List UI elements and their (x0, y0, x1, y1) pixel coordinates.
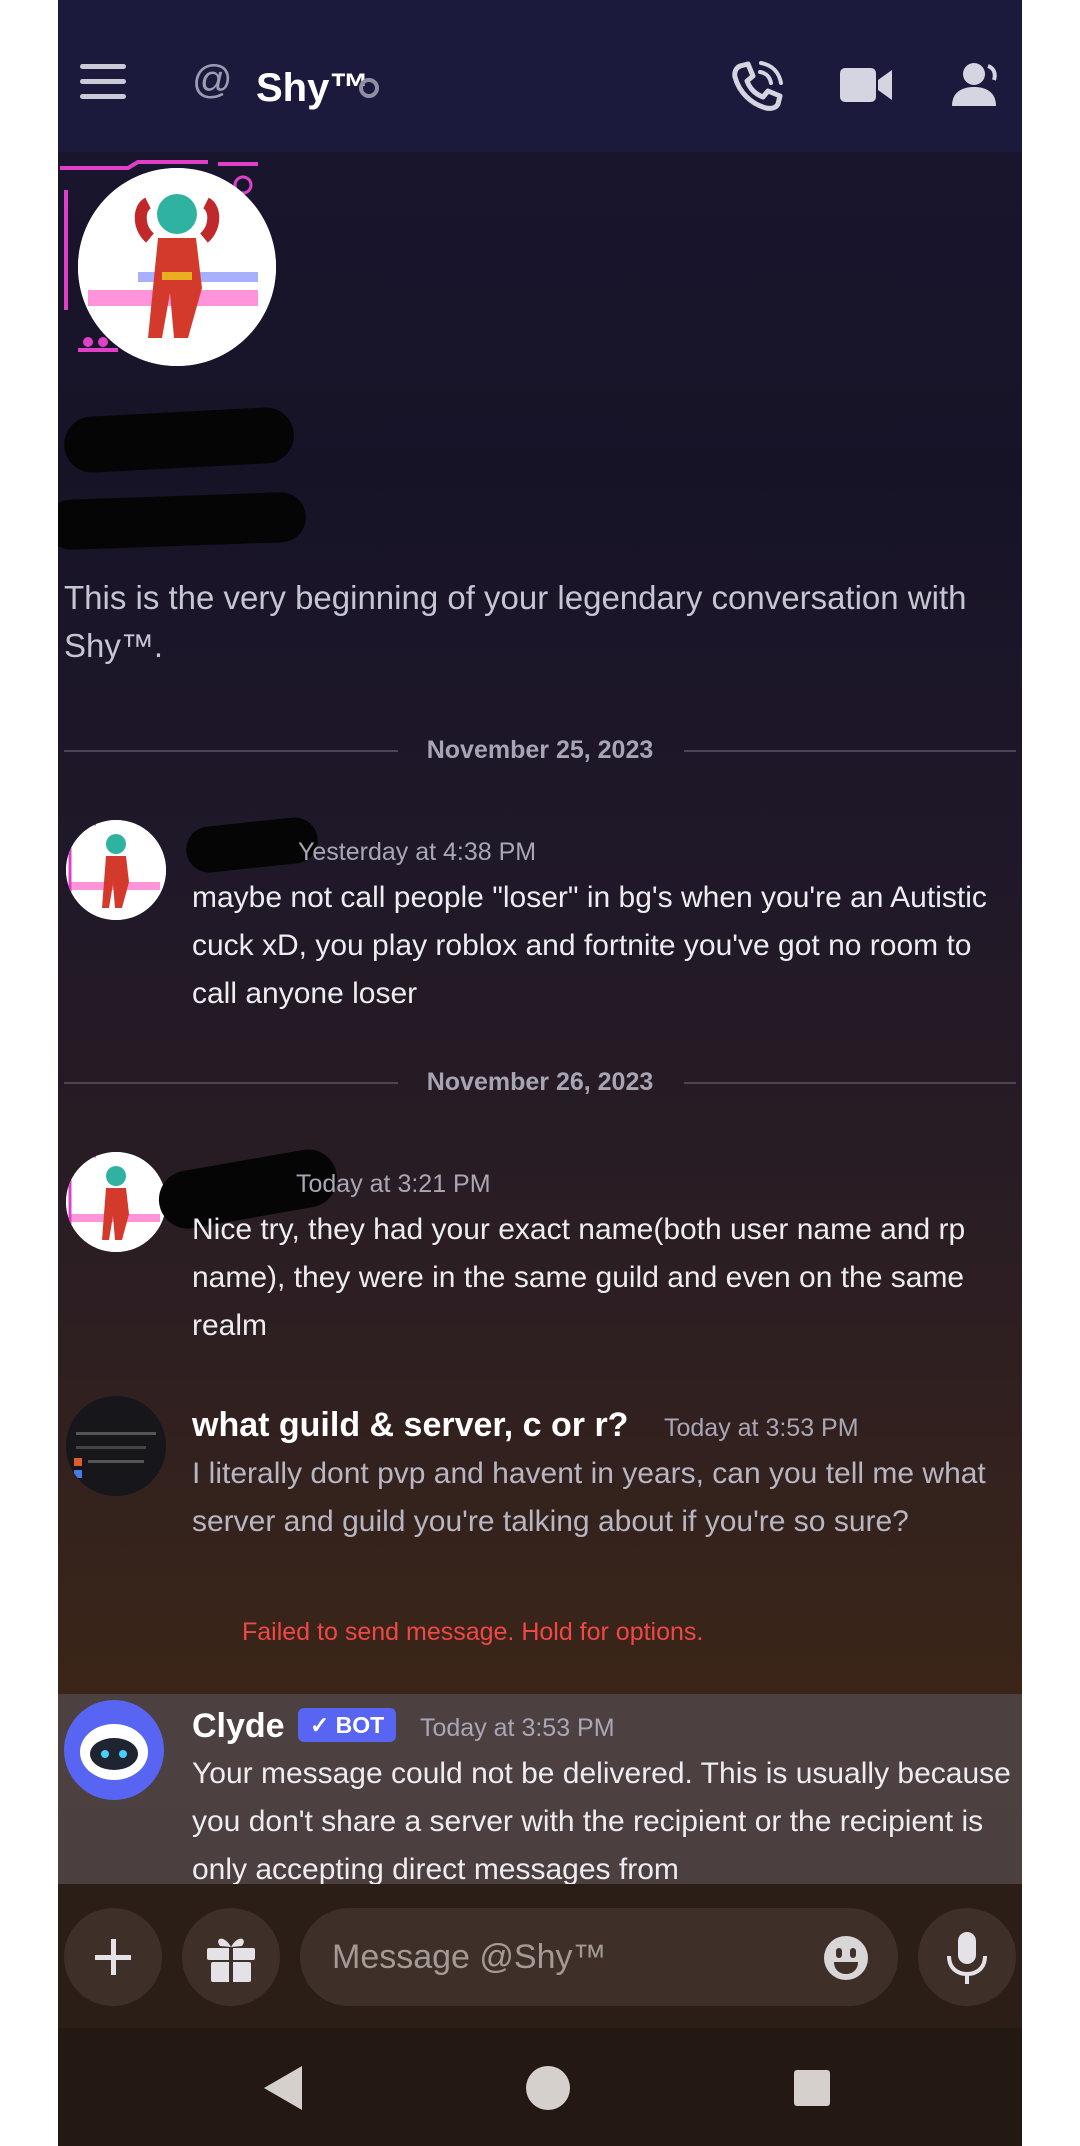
at-icon: @ (192, 58, 233, 102)
own-avatar[interactable] (66, 1396, 166, 1496)
app-screen: @ Shy™ This is the very beginning of you… (58, 0, 1022, 2146)
redacted-username (58, 491, 307, 551)
message-author[interactable]: what guild & server, c or r? (192, 1403, 628, 1447)
add-attachment-button[interactable] (64, 1908, 162, 2006)
date-divider: November 26, 2023 (64, 1062, 1016, 1102)
profile-avatar[interactable] (78, 168, 276, 366)
home-icon[interactable] (518, 2058, 578, 2118)
microphone-icon (947, 1932, 987, 1984)
message-timestamp: Today at 3:21 PM (296, 1170, 491, 1198)
back-icon[interactable] (254, 2058, 314, 2118)
offline-status-icon (359, 78, 379, 98)
user-avatar[interactable] (66, 820, 166, 920)
user-avatar[interactable] (66, 1152, 166, 1252)
bot-badge-label: BOT (335, 1712, 385, 1738)
gift-button[interactable] (182, 1908, 280, 2006)
message-body[interactable]: Your message could not be delivered. Thi… (192, 1750, 1012, 1884)
dm-title[interactable]: Shy™ (256, 60, 369, 116)
clyde-avatar[interactable] (64, 1700, 164, 1800)
voice-message-button[interactable] (918, 1908, 1016, 2006)
send-failed-notice[interactable]: Failed to send message. Hold for options… (242, 1612, 703, 1652)
message-body[interactable]: I literally dont pvp and havent in years… (192, 1450, 1012, 1546)
video-call-icon[interactable] (836, 58, 896, 114)
message-author[interactable]: Clyde (192, 1704, 285, 1748)
menu-icon[interactable] (80, 64, 126, 100)
gift-icon (207, 1938, 255, 1982)
message-body[interactable]: maybe not call people "loser" in bg's wh… (192, 874, 1012, 1018)
emoji-icon[interactable] (822, 1934, 870, 1982)
message-timestamp: Today at 3:53 PM (420, 1714, 615, 1742)
checkmark-icon: ✓ (310, 1712, 330, 1738)
date-divider-label: November 26, 2023 (426, 1068, 654, 1096)
redacted-name (62, 406, 296, 474)
call-icon[interactable] (726, 58, 786, 114)
bot-badge: ✓ BOT (298, 1708, 397, 1742)
recents-icon[interactable] (782, 2058, 842, 2118)
members-icon[interactable] (944, 58, 1004, 114)
message-timestamp: Yesterday at 4:38 PM (298, 838, 537, 866)
date-divider: November 25, 2023 (64, 730, 1016, 770)
channel-header: @ Shy™ (58, 0, 1022, 152)
message-composer (58, 1884, 1022, 2028)
clyde-message[interactable]: Clyde ✓ BOT Today at 3:53 PM Your messag… (58, 1694, 1022, 1884)
conversation-intro-text: This is the very beginning of your legen… (64, 579, 967, 664)
system-navigation-bar (58, 2028, 1022, 2146)
plus-icon (95, 1939, 131, 1975)
message-body[interactable]: Nice try, they had your exact name(both … (192, 1206, 1012, 1350)
date-divider-label: November 25, 2023 (426, 736, 654, 764)
message-input[interactable] (300, 1908, 898, 2006)
message-timestamp: Today at 3:53 PM (664, 1414, 859, 1442)
